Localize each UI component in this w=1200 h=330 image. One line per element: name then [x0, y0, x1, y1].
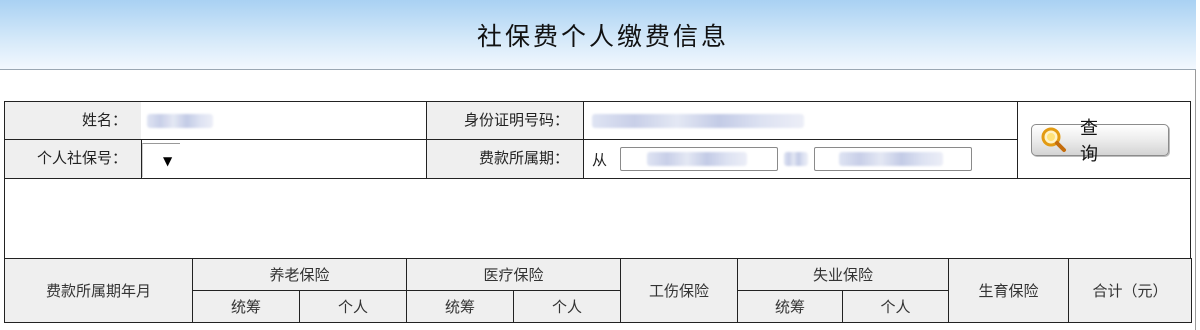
- header-pension: 养老保险: [191, 258, 408, 291]
- ssn-select[interactable]: ▼: [142, 143, 180, 177]
- fee-period-label: 费款所属期：: [427, 140, 583, 178]
- period-end-input[interactable]: [814, 147, 972, 171]
- period-start-input[interactable]: [620, 147, 778, 171]
- id-number-value: [584, 102, 1017, 139]
- header-pension-personal: 个人: [298, 290, 408, 323]
- payment-table: 费款所属期年月 养老保险 医疗保险 工伤保险 失业保险 生育保险 合计（元） 统…: [4, 258, 1193, 323]
- title-bar: 社保费个人缴费信息: [0, 0, 1196, 70]
- id-number-redacted: [592, 114, 804, 128]
- header-total: 合计（元）: [1068, 258, 1193, 323]
- header-medical-pooled: 统筹: [406, 290, 515, 323]
- dropdown-arrow-icon: ▼: [163, 154, 173, 168]
- period-start-redacted: [647, 152, 747, 166]
- header-maternity: 生育保险: [948, 258, 1070, 323]
- ssn-label: 个人社保号：: [5, 140, 141, 178]
- header-medical-personal: 个人: [513, 290, 622, 323]
- query-button[interactable]: 查询: [1031, 118, 1169, 165]
- name-redacted: [147, 114, 213, 128]
- name-value: [141, 102, 426, 139]
- row-divider: [5, 178, 1190, 179]
- search-form: 姓名： 身份证明号码： 个人社保号： 费款所属期： 从: [4, 101, 1191, 260]
- name-label: 姓名：: [5, 102, 141, 139]
- header-fee-period: 费款所属期年月: [4, 258, 193, 323]
- period-end-redacted: [839, 152, 943, 166]
- table-header-row: 费款所属期年月 养老保险 医疗保险 工伤保险 失业保险 生育保险 合计（元）: [4, 258, 1193, 323]
- period-from-label: 从: [592, 151, 608, 169]
- header-unemployment-pooled: 统筹: [737, 290, 844, 323]
- header-unemployment-personal: 个人: [842, 290, 950, 323]
- magnifier-icon: [1040, 127, 1068, 153]
- header-injury: 工伤保险: [620, 258, 739, 323]
- column-divider: [1017, 102, 1018, 178]
- header-pension-pooled: 统筹: [192, 290, 300, 323]
- header-unemployment: 失业保险: [737, 258, 950, 291]
- id-number-label: 身份证明号码：: [427, 102, 583, 139]
- query-button-label: 查询: [1080, 118, 1136, 165]
- fee-period-range: 从: [584, 140, 1017, 178]
- header-medical: 医疗保险: [406, 258, 622, 291]
- period-separator-redacted: [784, 152, 808, 166]
- page-title: 社保费个人缴费信息: [476, 21, 729, 51]
